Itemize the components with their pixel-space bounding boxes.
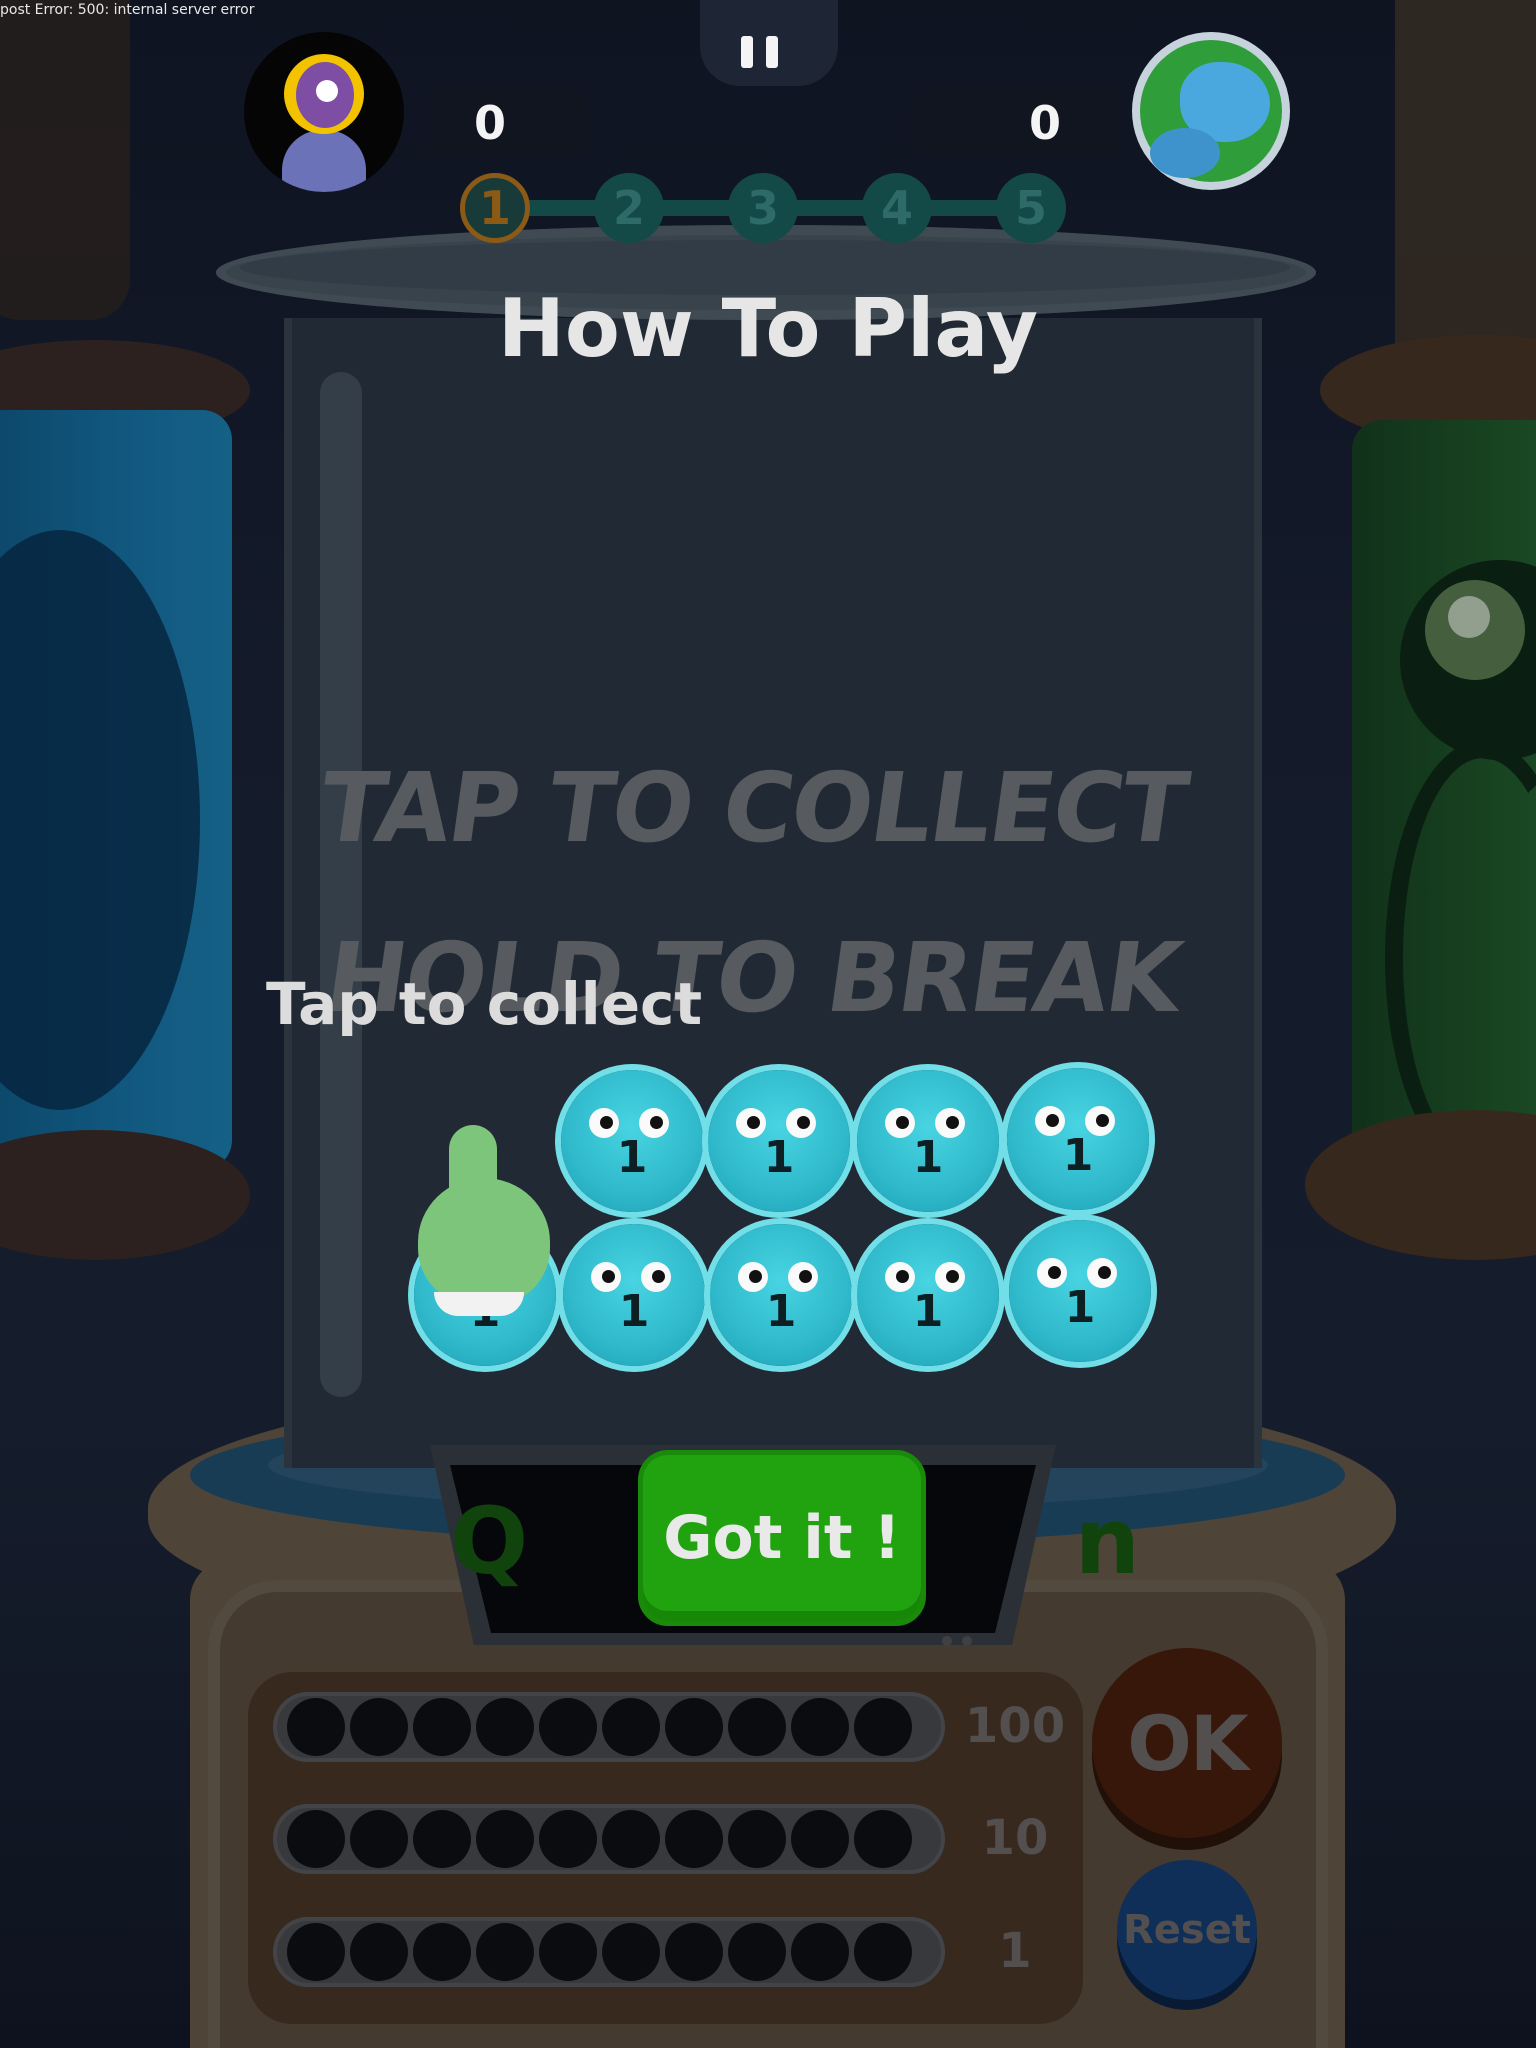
bubble-pupil	[602, 1270, 615, 1283]
bubble-pupil	[749, 1270, 762, 1283]
tutorial-hint: Tap to collect	[266, 970, 703, 1038]
number-bubble[interactable]: 1	[1007, 1068, 1149, 1210]
opponent-score: 0	[1029, 96, 1062, 150]
game-scene: Q n 100101 OK Reset 0 0 12345 How To Pla…	[0, 0, 1536, 2048]
hand-cuff	[434, 1292, 524, 1316]
bubble-pupil	[600, 1116, 613, 1129]
pause-icon-bar	[766, 36, 778, 68]
bubble-value: 1	[618, 1286, 650, 1337]
number-bubble[interactable]: 1	[708, 1070, 850, 1212]
bubble-pupil	[896, 1116, 909, 1129]
bubble-value: 1	[912, 1286, 944, 1337]
player-score: 0	[474, 96, 507, 150]
error-message: post Error: 500: internal server error	[0, 2, 255, 18]
avatar-eye-icon	[316, 80, 338, 102]
pause-button[interactable]	[700, 0, 838, 86]
stage-indicator-1: 1	[460, 173, 530, 243]
bubble-value: 1	[1064, 1282, 1096, 1333]
player-avatar	[244, 32, 404, 192]
avatar-body	[282, 130, 366, 192]
pointing-finger	[449, 1125, 497, 1245]
bubble-pupil	[1096, 1114, 1109, 1127]
number-bubble[interactable]: 1	[561, 1070, 703, 1212]
bubble-pupil	[747, 1116, 760, 1129]
number-bubble[interactable]: 1	[857, 1224, 999, 1366]
bubble-pupil	[896, 1270, 909, 1283]
stage-indicator-4: 4	[862, 173, 932, 243]
bubble-pupil	[797, 1116, 810, 1129]
bubble-pupil	[650, 1116, 663, 1129]
bubble-value: 1	[616, 1132, 648, 1183]
player-score-plate	[430, 90, 590, 156]
bubble-value: 1	[763, 1132, 795, 1183]
tutorial-title: How To Play	[497, 282, 1039, 375]
bubble-pupil	[1046, 1114, 1059, 1127]
number-bubble[interactable]: 1	[710, 1224, 852, 1366]
pause-icon	[741, 36, 753, 68]
stage-indicator-2: 2	[594, 173, 664, 243]
globe-ocean	[1150, 128, 1220, 178]
bubble-pupil	[946, 1270, 959, 1283]
bubble-pupil	[652, 1270, 665, 1283]
bubble-value: 1	[765, 1286, 797, 1337]
stage-indicator-3: 3	[728, 173, 798, 243]
bubble-value: 1	[1062, 1130, 1094, 1181]
got-it-button[interactable]: Got it !	[638, 1450, 926, 1626]
bubble-value: 1	[912, 1132, 944, 1183]
bubble-pupil	[946, 1116, 959, 1129]
ghost-instruction-collect: TAP TO COLLECT	[312, 752, 1194, 864]
number-bubble[interactable]: 1	[1009, 1220, 1151, 1362]
ghost-instruction-break: HOLD TO BREAK	[319, 922, 1187, 1034]
stage-indicator-5: 5	[996, 173, 1066, 243]
number-bubble[interactable]: 1	[563, 1224, 705, 1366]
bubble-pupil	[1098, 1266, 1111, 1279]
bubble-pupil	[1048, 1266, 1061, 1279]
number-bubble[interactable]: 1	[857, 1070, 999, 1212]
bubble-pupil	[799, 1270, 812, 1283]
opponent-score-plate	[910, 90, 1120, 156]
